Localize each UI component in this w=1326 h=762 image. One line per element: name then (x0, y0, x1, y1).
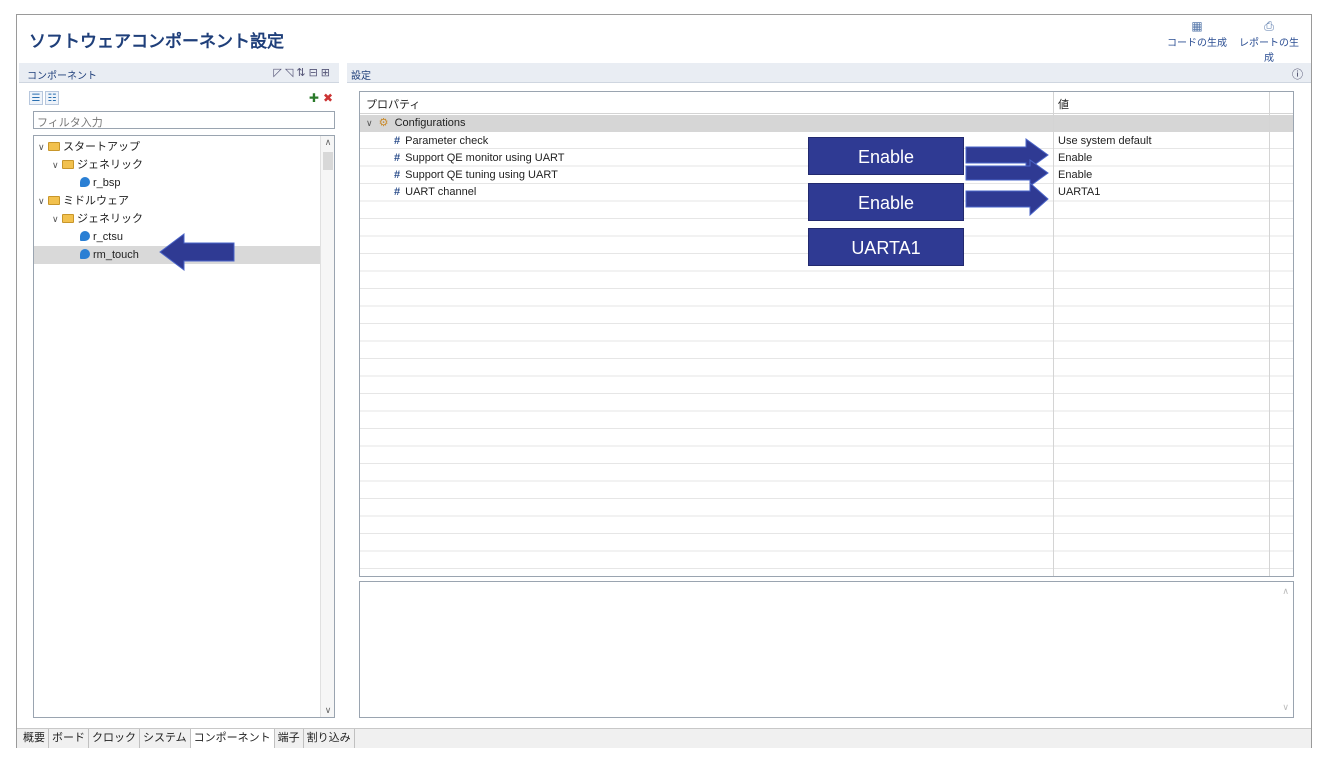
value-parameter-check[interactable]: Use system default (1058, 133, 1152, 150)
folder-icon (48, 142, 60, 151)
property-label: Support QE tuning using UART (405, 169, 558, 181)
add-component-icon[interactable]: ✚ (309, 91, 323, 105)
generate-report-button[interactable]: ⎙ レポートの生成 (1237, 19, 1301, 64)
component-icon (80, 249, 90, 259)
tree-item-label: ミドルウェア (63, 195, 129, 207)
tree-item-startup[interactable]: ∨ スタートアップ (34, 138, 320, 156)
tab-pins[interactable]: 端子 (275, 729, 304, 748)
gear-icon: ⚙ (378, 117, 389, 129)
chevron-down-icon[interactable]: ∨ (52, 210, 62, 228)
components-toolbar: ☰ ☷ ✚✖ (29, 91, 339, 109)
tree-item-label: r_ctsu (93, 231, 123, 243)
group-row-configurations[interactable]: ∨ ⚙ Configurations (360, 115, 1293, 132)
folder-icon (48, 196, 60, 205)
annotation-callout: Enable (808, 183, 964, 221)
scroll-up-icon[interactable]: ∧ (321, 137, 334, 148)
software-component-settings-window: ソフトウェアコンポーネント設定 ▦ コードの生成 ⎙ レポートの生成 コンポーネ… (16, 14, 1312, 748)
chevron-down-icon[interactable]: ∨ (366, 118, 373, 128)
collapse-all-icon[interactable]: ⊟ (309, 67, 321, 79)
chevron-down-icon[interactable]: ∨ (38, 138, 48, 156)
value-column-header: 値 (1058, 99, 1069, 111)
folder-icon (62, 214, 74, 223)
scroll-down-icon[interactable]: ∨ (321, 705, 334, 716)
scroll-down-icon[interactable]: ∨ (1282, 702, 1289, 713)
tree-item-label: rm_touch (93, 249, 139, 261)
tab-board[interactable]: ボード (49, 729, 89, 748)
tree-item-middleware[interactable]: ∨ ミドルウェア (34, 192, 320, 210)
component-toolbar-right: ✚✖ (309, 91, 337, 105)
components-panel-header: コンポーネント ◸◹⇅⊟⊞ (19, 63, 339, 83)
tree-item-label: ジェネリック (77, 213, 143, 225)
generate-code-icon: ▦ (1191, 19, 1203, 33)
sort-icon[interactable]: ⇅ (296, 67, 308, 79)
property-parameter-check[interactable]: # Parameter check (394, 133, 488, 150)
tree-item-label: r_bsp (93, 177, 121, 189)
property-column-header: プロパティ (366, 99, 421, 111)
property-icon: # (394, 186, 401, 198)
group-label: Configurations (394, 117, 466, 129)
generate-report-icon: ⎙ (1264, 19, 1274, 33)
bottom-tab-bar: 概要 ボード クロック システム コンポーネント 端子 割り込み (17, 728, 1311, 748)
components-panel-tools: ◸◹⇅⊟⊞ (273, 66, 333, 79)
property-icon: # (394, 152, 401, 164)
value-uart-channel[interactable]: UARTA1 (1058, 184, 1100, 201)
property-qe-monitor-uart[interactable]: # Support QE monitor using UART (394, 150, 565, 167)
property-qe-tuning-uart[interactable]: # Support QE tuning using UART (394, 167, 558, 184)
property-uart-channel[interactable]: # UART channel (394, 184, 476, 201)
tree-item-rm-touch[interactable]: rm_touch (34, 246, 320, 264)
value-qe-tuning-uart[interactable]: Enable (1058, 167, 1092, 184)
tab-interrupts[interactable]: 割り込み (304, 729, 355, 748)
column-divider (1269, 92, 1270, 576)
property-label: Parameter check (405, 135, 489, 147)
tree-scrollbar[interactable]: ∧ ∨ (320, 136, 334, 717)
filter-input[interactable]: フィルタ入力 (33, 111, 335, 129)
tree-item-label: ジェネリック (77, 159, 143, 171)
generate-report-label: レポートの生成 (1239, 38, 1299, 64)
tab-components[interactable]: コンポーネント (190, 729, 275, 748)
annotation-callout: UARTA1 (808, 228, 964, 266)
property-grid-header: プロパティ 値 (360, 92, 1293, 114)
property-icon: # (394, 135, 401, 147)
generate-code-label: コードの生成 (1167, 38, 1227, 49)
chevron-down-icon[interactable]: ∨ (38, 192, 48, 210)
property-icon: # (394, 169, 401, 181)
component-icon (80, 177, 90, 187)
page-title: ソフトウェアコンポーネント設定 (29, 32, 284, 51)
component-tree: ∨ スタートアップ ∨ ジェネリック r_bsp ∨ ミドルウェア ∨ ジェネリック r… (33, 135, 335, 718)
scrollbar-thumb[interactable] (323, 152, 333, 170)
export-icon[interactable]: ◹ (285, 67, 296, 79)
tree-item-label: スタートアップ (63, 141, 140, 153)
info-icon[interactable]: ⓘ (1292, 66, 1303, 82)
annotation-callout: Enable (808, 137, 964, 175)
folder-icon (62, 160, 74, 169)
tab-system[interactable]: システム (140, 729, 191, 748)
component-icon (80, 231, 90, 241)
header: ソフトウェアコンポーネント設定 ▦ コードの生成 ⎙ レポートの生成 (17, 15, 1311, 64)
description-panel: ∧ ∨ (359, 581, 1294, 718)
scroll-up-icon[interactable]: ∧ (1282, 586, 1289, 597)
components-panel-title: コンポーネント (27, 71, 97, 82)
tree-item-generic[interactable]: ∨ ジェネリック (34, 210, 320, 228)
tab-clock[interactable]: クロック (89, 729, 140, 748)
tree-item-r-bsp[interactable]: r_bsp (34, 174, 320, 192)
chevron-down-icon[interactable]: ∨ (52, 156, 62, 174)
property-label: Support QE monitor using UART (405, 152, 565, 164)
generate-code-button[interactable]: ▦ コードの生成 (1165, 19, 1229, 49)
column-divider (1053, 92, 1054, 576)
component-view-icon[interactable]: ☷ (45, 91, 59, 105)
settings-panel-header: 設定 ⓘ (347, 63, 1311, 83)
import-icon[interactable]: ◸ (273, 67, 284, 79)
remove-component-icon[interactable]: ✖ (323, 91, 337, 105)
tab-overview[interactable]: 概要 (17, 729, 49, 748)
tree-item-generic[interactable]: ∨ ジェネリック (34, 156, 320, 174)
category-view-icon[interactable]: ☰ (29, 91, 43, 105)
settings-panel-title: 設定 (351, 71, 371, 82)
property-label: UART channel (405, 186, 477, 198)
value-qe-monitor-uart[interactable]: Enable (1058, 150, 1092, 167)
tree-item-r-ctsu[interactable]: r_ctsu (34, 228, 320, 246)
expand-all-icon[interactable]: ⊞ (321, 67, 333, 79)
